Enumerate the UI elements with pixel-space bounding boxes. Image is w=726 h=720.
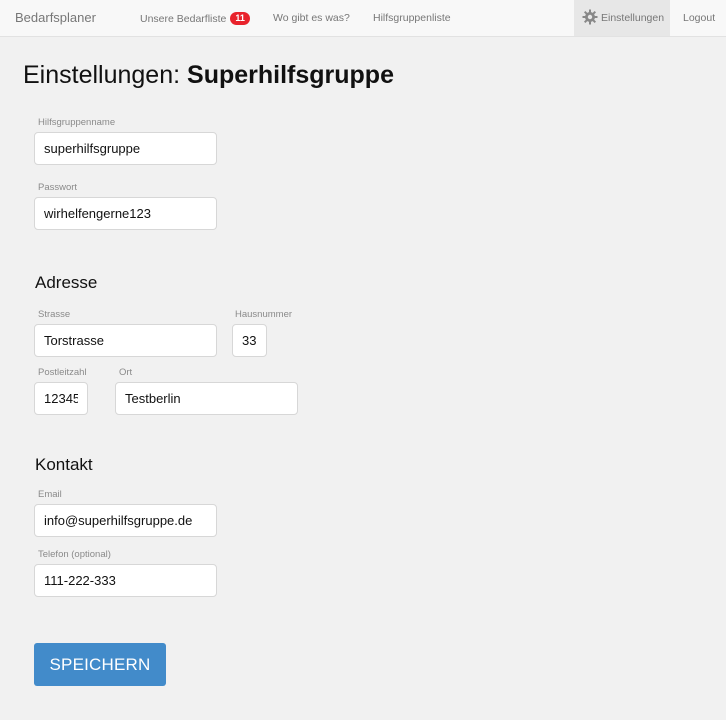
page-title-group-name: Superhilfsgruppe xyxy=(187,61,394,89)
gear-icon xyxy=(582,9,598,25)
password-label: Passwort xyxy=(38,182,78,193)
group-name-label: Hilfsgruppenname xyxy=(38,117,116,128)
needs-count-badge: 11 xyxy=(230,12,250,25)
contact-heading: Kontakt xyxy=(35,455,93,474)
city-label: Ort xyxy=(119,367,133,378)
nav-item-settings-label: Einstellungen xyxy=(601,12,665,24)
brand-link[interactable]: Bedarfsplaner xyxy=(15,10,96,25)
house-number-label: Hausnummer xyxy=(235,309,293,320)
nav-item-needs-list[interactable]: Unsere Bedarfliste 11 xyxy=(140,12,250,25)
phone-input[interactable] xyxy=(34,564,217,597)
group-name-input[interactable] xyxy=(34,132,217,165)
page-title-prefix: Einstellungen: xyxy=(23,61,181,89)
house-number-input[interactable] xyxy=(232,324,267,357)
save-button[interactable]: SPEICHERN xyxy=(34,643,166,686)
nav-item-groups[interactable]: Hilfsgruppenliste xyxy=(373,12,451,24)
email-input[interactable] xyxy=(34,504,217,537)
city-input[interactable] xyxy=(115,382,298,415)
address-heading: Adresse xyxy=(35,273,98,292)
postal-code-label: Postleitzahl xyxy=(38,367,87,378)
street-label: Strasse xyxy=(38,309,71,320)
page-title: Einstellungen: Superhilfsgruppe xyxy=(23,61,394,90)
logout-link[interactable]: Logout xyxy=(683,12,715,24)
postal-code-input[interactable] xyxy=(34,382,88,415)
street-input[interactable] xyxy=(34,324,217,357)
password-input[interactable] xyxy=(34,197,217,230)
phone-label: Telefon (optional) xyxy=(38,549,111,560)
nav-item-needs-list-label: Unsere Bedarfliste xyxy=(140,13,227,25)
nav-item-where[interactable]: Wo gibt es was? xyxy=(273,12,350,24)
email-label: Email xyxy=(38,489,62,500)
top-navbar: Bedarfsplaner Unsere Bedarfliste 11 Wo gi… xyxy=(0,0,726,37)
